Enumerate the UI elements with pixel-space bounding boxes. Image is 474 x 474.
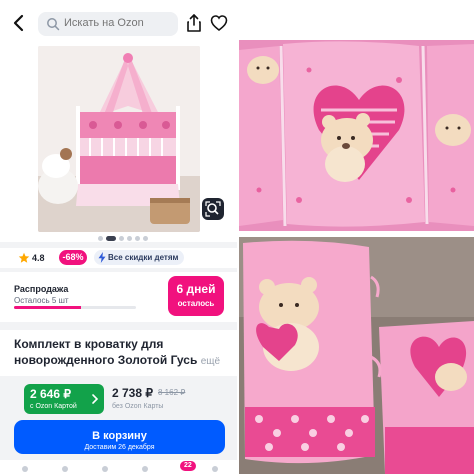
rating-row: 4.8 -68% Все скидки детям [0,248,237,268]
visual-search-icon [205,201,221,217]
product-gallery[interactable] [0,46,237,242]
ozon-card-label: с Ozon Картой [30,403,77,410]
price-row: 2 646 ₽ с Ozon Картой 2 738 ₽ 8 162 ₽ бе… [0,382,237,418]
delivery-date: Доставим 26 декабря [84,443,155,451]
nav-fresh-icon[interactable] [102,466,108,472]
nav-home-icon[interactable] [22,466,28,472]
days-left-label: осталось [177,299,215,308]
add-to-cart-label: В корзину [92,429,147,442]
gallery-dot[interactable] [98,236,103,241]
bumper-photo-top [239,40,474,231]
discount-badge: -68% [59,250,87,265]
gallery-dot[interactable] [127,236,132,241]
share-icon[interactable] [186,14,202,32]
search-icon [47,18,60,31]
search-input[interactable] [64,17,174,29]
ozon-card-price-box[interactable]: 2 646 ₽ с Ozon Картой [24,384,104,414]
product-title-card: Комплект в кроватку для новорожденного З… [0,330,237,376]
old-price: 8 162 ₽ [158,388,186,397]
gallery-dots [98,236,148,242]
product-main-photo[interactable] [38,46,200,232]
gallery-dot[interactable] [119,236,124,241]
chevron-right-icon [92,394,99,404]
sale-card[interactable]: Распродажа Осталось 5 шт 6 дней осталось [0,272,237,322]
bolt-icon [98,252,106,263]
top-bar [0,0,237,46]
photo-collage: 4.8 -68% Все скидки детям Распродажа Ост… [0,0,474,474]
back-arrow-icon[interactable] [10,13,28,33]
days-left-value: 6 дней [176,282,216,296]
product-title: Комплект в кроватку для новорожденного З… [14,336,229,370]
rating-value[interactable]: 4.8 [32,253,45,263]
product-page-screenshot: 4.8 -68% Все скидки детям Распродажа Ост… [0,0,237,474]
sale-title: Распродажа [14,284,69,294]
bottom-nav: 22 [0,460,237,474]
product-title-line-2-text: новорожденного Золотой Гусь [14,353,198,367]
regular-price: 2 738 ₽ [112,386,153,400]
search-box[interactable] [38,12,178,36]
kids-sale-chip[interactable]: Все скидки детям [94,250,185,265]
product-title-line-1: Комплект в кроватку для [14,337,164,351]
star-icon [18,252,30,263]
nav-profile-icon[interactable] [212,466,218,472]
stock-remaining: Осталось 5 шт [14,296,69,305]
nav-cart-icon[interactable] [142,466,148,472]
title-more-link[interactable]: ещё [201,356,220,367]
add-to-cart-button[interactable]: В корзину Доставим 26 декабря [14,420,225,454]
gallery-dot[interactable] [143,236,148,241]
bumper-photo-bottom [239,237,474,474]
gallery-dot-active[interactable] [106,236,116,241]
visual-search-button[interactable] [202,198,224,220]
ozon-card-price: 2 646 ₽ [30,387,71,401]
nav-catalog-icon[interactable] [62,466,68,472]
stock-progress-fill [14,306,82,309]
kids-sale-label: Все скидки детям [108,253,179,262]
gallery-dot[interactable] [135,236,140,241]
product-title-line-2: новорожденного Золотой Гусь ещё [14,352,229,370]
days-left-badge: 6 дней осталось [168,276,224,316]
heart-icon[interactable] [210,14,228,32]
regular-price-label: без Ozon Карты [112,403,164,410]
stock-progress-bar [14,306,136,309]
cart-count-badge: 22 [180,461,196,471]
